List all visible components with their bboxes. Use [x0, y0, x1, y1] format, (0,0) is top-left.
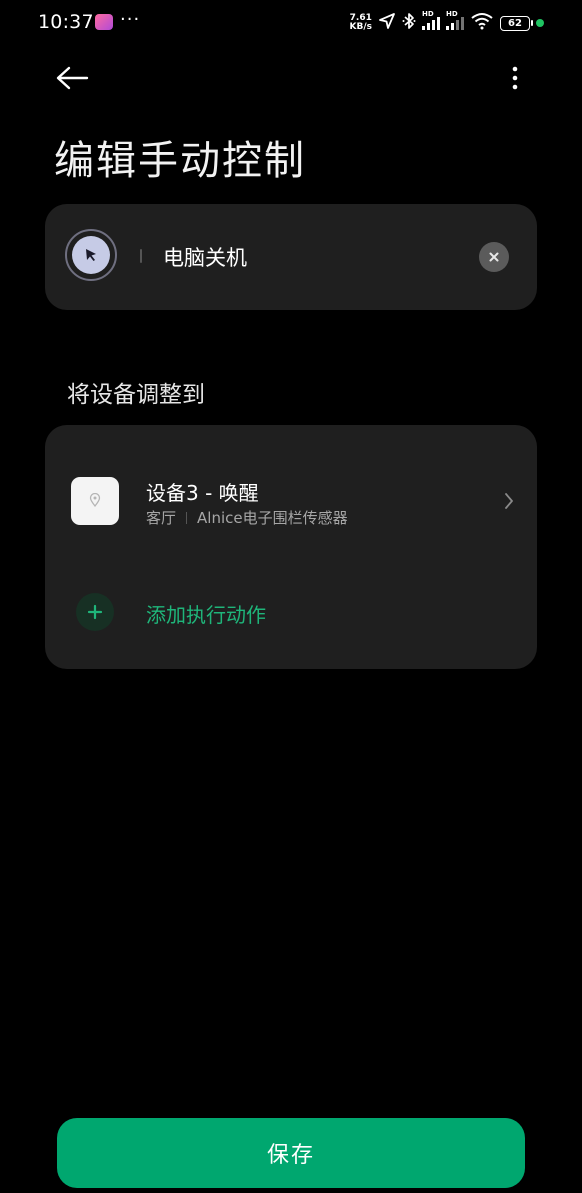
control-card: 电脑关机 — [45, 204, 537, 310]
status-time: 10:37 — [38, 11, 94, 33]
cursor-icon — [72, 236, 110, 274]
clear-icon — [488, 248, 500, 267]
plus-icon — [76, 593, 114, 631]
location-pin-icon — [89, 492, 101, 511]
device-action-row[interactable]: 设备3 - 唤醒 客厅 Alnice电子围栏传感器 — [45, 465, 537, 537]
status-icons: 7.61 KB/s HD HD 62 — [350, 10, 544, 36]
wifi-icon — [470, 12, 494, 34]
device-meta: 客厅 Alnice电子围栏传感器 — [146, 507, 348, 528]
clear-button[interactable] — [479, 242, 509, 272]
app-icon — [95, 14, 113, 30]
more-button[interactable] — [500, 60, 530, 100]
battery-level: 62 — [508, 17, 522, 29]
back-button[interactable] — [52, 60, 92, 100]
more-vertical-icon — [512, 66, 518, 94]
signal-icon-2: HD — [446, 10, 464, 30]
status-bar: 10:37 ··· 7.61 KB/s HD HD 62 — [0, 0, 582, 46]
device-title: 设备3 - 唤醒 — [146, 481, 259, 505]
section-label: 将设备调整到 — [67, 382, 205, 408]
control-divider — [140, 249, 142, 263]
net-speed-unit: KB/s — [349, 22, 372, 32]
control-icon-button[interactable] — [65, 229, 117, 281]
privacy-indicator-dot — [536, 19, 544, 27]
control-name-input[interactable]: 电脑关机 — [163, 242, 247, 272]
meta-divider — [186, 511, 188, 524]
battery-icon: 62 — [500, 15, 533, 31]
add-action-row[interactable]: 添加执行动作 — [45, 590, 537, 634]
sim1-label: HD — [422, 10, 434, 18]
page-title: 编辑手动控制 — [54, 138, 306, 184]
back-arrow-icon — [55, 66, 89, 94]
location-icon — [378, 12, 396, 34]
chevron-right-icon — [501, 489, 517, 513]
device-thumbnail — [71, 477, 119, 525]
save-button[interactable]: 保存 — [57, 1118, 525, 1188]
sim2-label: HD — [446, 10, 458, 18]
net-speed: 7.61 KB/s — [350, 14, 372, 32]
add-action-label: 添加执行动作 — [146, 603, 266, 627]
bluetooth-icon — [402, 12, 416, 34]
device-room: 客厅 — [146, 509, 177, 527]
signal-icon: HD — [422, 10, 440, 30]
device-type: Alnice电子围栏传感器 — [197, 509, 348, 527]
notification-dots: ··· — [120, 9, 141, 30]
action-card: 设备3 - 唤醒 客厅 Alnice电子围栏传感器 添加执行动作 — [45, 425, 537, 669]
